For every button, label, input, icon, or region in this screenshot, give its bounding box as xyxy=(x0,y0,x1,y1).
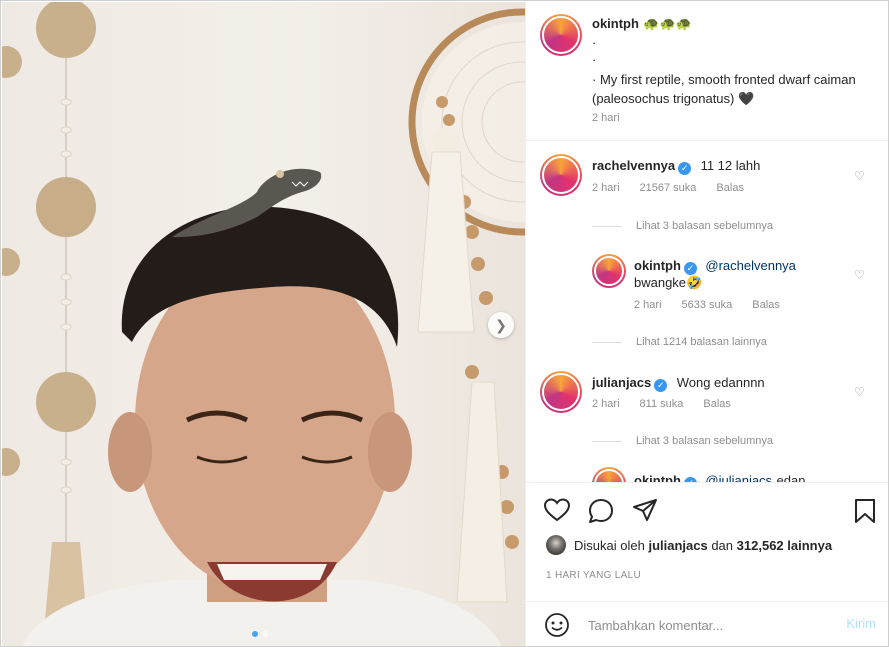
comment-likes[interactable]: 811 suka xyxy=(640,398,684,410)
caption-line-1: · xyxy=(592,35,597,50)
liker-avatar[interactable] xyxy=(546,535,566,555)
bookmark-icon[interactable] xyxy=(854,498,876,524)
caption-line-2: · xyxy=(592,52,597,67)
thread-line xyxy=(592,440,622,442)
author-emoji: 🐢🐢🐢 xyxy=(643,16,692,31)
comment-text: Wong edannnn xyxy=(676,375,765,390)
comment-like-heart-icon[interactable]: ♡ xyxy=(854,385,866,399)
post-date[interactable]: 1 HARI YANG LALU xyxy=(546,570,641,581)
likes-count[interactable]: 312,562 lainnya xyxy=(737,538,832,553)
view-previous-replies[interactable]: Lihat 3 balasan sebelumnya xyxy=(592,220,773,232)
reply-mention[interactable]: @rachelvennya xyxy=(705,258,796,273)
comment-time: 2 hari xyxy=(592,182,620,194)
thread-line xyxy=(592,225,622,227)
reply-likes[interactable]: 5633 suka xyxy=(682,299,733,311)
reply-button[interactable]: Balas xyxy=(703,398,731,410)
reply-time: 2 hari xyxy=(634,299,662,311)
comments-list[interactable]: rachelvennya ✓ 11 12 lahh 2 hari 21567 su… xyxy=(526,142,888,482)
verified-badge-icon: ✓ xyxy=(683,262,697,275)
liked-by-prefix: Disukai oleh xyxy=(574,537,645,553)
post-window: ❯ okintph 🐢🐢🐢 · · · My first reptile, sm… xyxy=(0,0,889,647)
liked-by: Disukai oleh julianjacs dan 312,562 lain… xyxy=(546,535,832,555)
author-avatar[interactable] xyxy=(540,14,582,56)
post-comment-button[interactable]: Kirim xyxy=(846,616,876,631)
comment-meta: 2 hari 21567 suka Balas xyxy=(592,182,744,194)
carousel-indicator xyxy=(252,631,268,637)
reply-username[interactable]: okintph xyxy=(634,473,681,482)
reply-username[interactable]: okintph xyxy=(634,258,681,273)
post-caption: okintph 🐢🐢🐢 · · · My first reptile, smoo… xyxy=(526,2,888,141)
reply-button[interactable]: Balas xyxy=(716,182,744,194)
commenter-avatar[interactable] xyxy=(540,371,582,413)
view-replies-label: Lihat 3 balasan sebelumnya xyxy=(636,220,773,232)
post-side-panel: okintph 🐢🐢🐢 · · · My first reptile, smoo… xyxy=(525,2,888,646)
caption-text: · My first reptile, smooth fronted dwarf… xyxy=(592,72,856,106)
liked-by-user[interactable]: julianjacs xyxy=(648,538,707,553)
commenter-avatar[interactable] xyxy=(540,154,582,196)
verified-badge-icon: ✓ xyxy=(654,379,668,392)
comment-likes[interactable]: 21567 suka xyxy=(640,182,697,194)
author-username[interactable]: okintph xyxy=(592,16,639,31)
reply-meta: 2 hari 5633 suka Balas xyxy=(634,299,780,311)
photo-illustration xyxy=(2,2,525,646)
verified-badge-icon: ✓ xyxy=(678,162,692,175)
view-previous-replies[interactable]: Lihat 3 balasan sebelumnya xyxy=(592,435,773,447)
comment-input[interactable] xyxy=(588,614,828,636)
heart-icon[interactable] xyxy=(544,498,570,522)
comment-meta: 2 hari 811 suka Balas xyxy=(592,398,731,410)
commenter-username[interactable]: rachelvennya xyxy=(592,158,675,173)
thread-line xyxy=(592,341,622,343)
reply-mention[interactable]: @julianjacs xyxy=(705,473,772,482)
emoji-icon[interactable] xyxy=(544,612,570,638)
comment-icon[interactable] xyxy=(588,498,614,524)
reply-button[interactable]: Balas xyxy=(752,299,780,311)
share-icon[interactable] xyxy=(632,498,658,522)
next-image-button[interactable]: ❯ xyxy=(488,312,514,338)
caption-time: 2 hari xyxy=(592,112,620,124)
reply-text: edan... xyxy=(776,473,817,482)
post-photo[interactable]: ❯ xyxy=(2,2,525,646)
commenter-username[interactable]: julianjacs xyxy=(592,375,651,390)
carousel-dot-active xyxy=(252,631,258,637)
comment-like-heart-icon[interactable]: ♡ xyxy=(854,169,866,183)
view-replies-label: Lihat 3 balasan sebelumnya xyxy=(636,435,773,447)
reply-avatar[interactable] xyxy=(592,467,626,482)
reply-text: bwangke🤣 xyxy=(634,275,703,290)
liked-by-joiner: dan xyxy=(711,537,734,553)
reply-avatar[interactable] xyxy=(592,254,626,288)
view-more-label: Lihat 1214 balasan lainnya xyxy=(636,336,767,348)
chevron-right-icon: ❯ xyxy=(495,316,507,333)
carousel-dot xyxy=(262,631,268,637)
post-actions: Disukai oleh julianjacs dan 312,562 lain… xyxy=(526,482,888,646)
comment-time: 2 hari xyxy=(592,398,620,410)
reply-like-heart-icon[interactable]: ♡ xyxy=(854,268,866,282)
comment-text: 11 12 lahh xyxy=(700,158,761,173)
view-more-replies[interactable]: Lihat 1214 balasan lainnya xyxy=(592,336,767,348)
add-comment-bar: Kirim xyxy=(526,601,888,646)
